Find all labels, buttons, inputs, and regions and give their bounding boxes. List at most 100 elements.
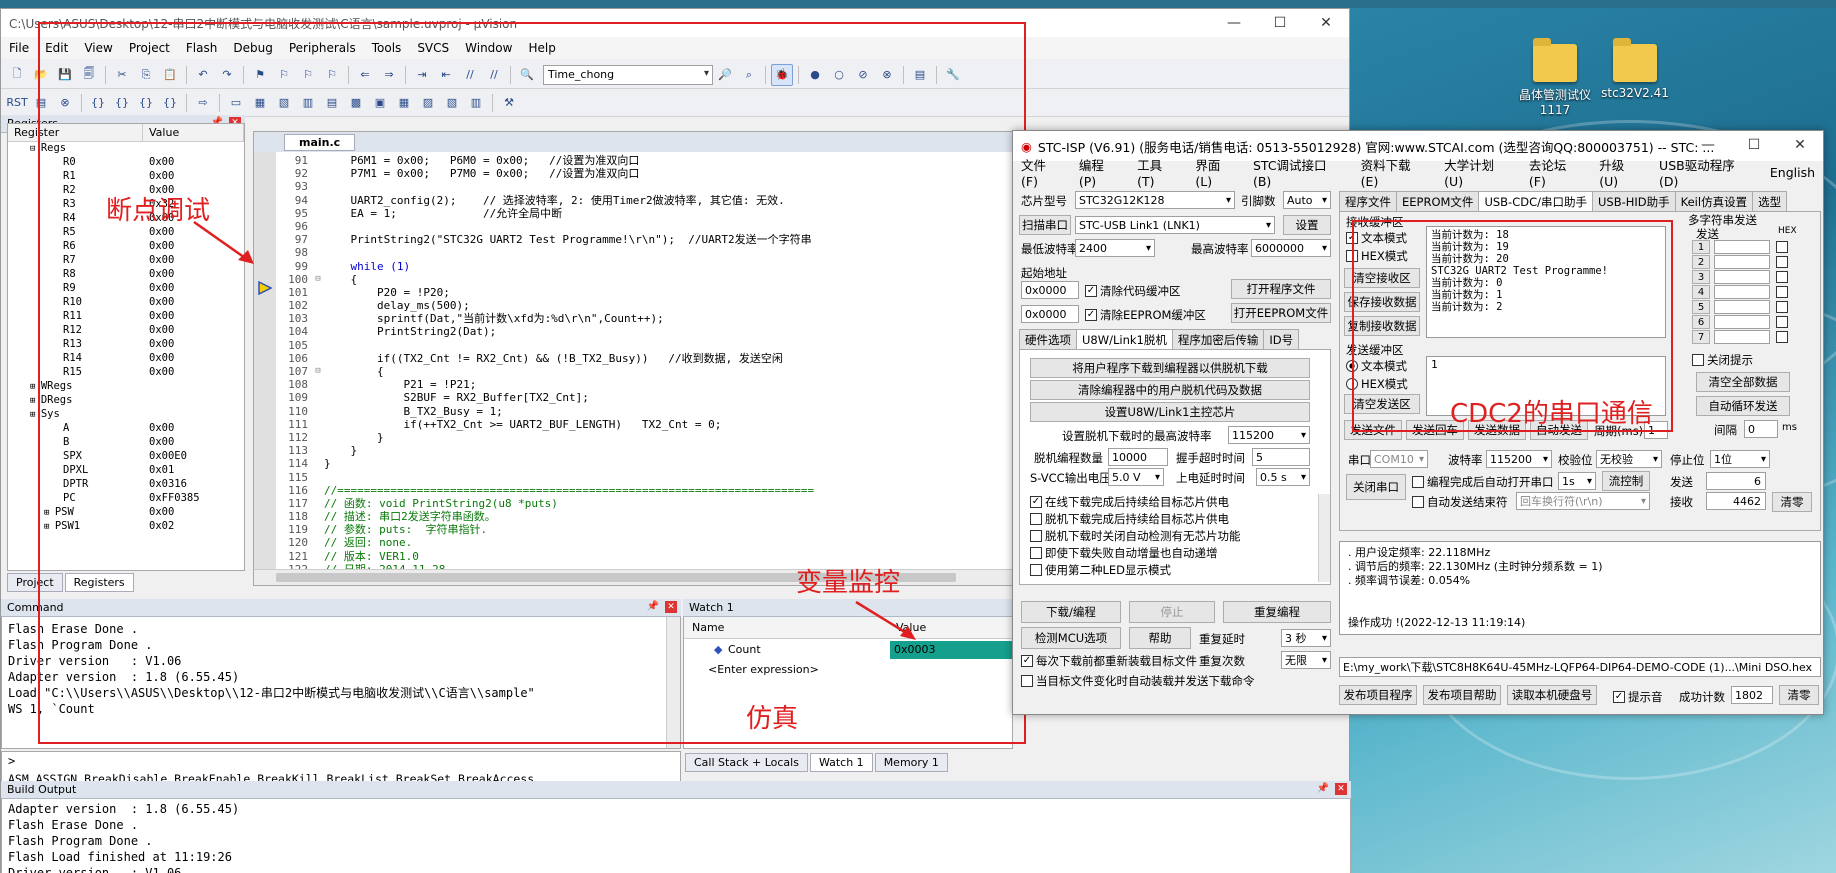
desktop-icon-stc32[interactable]: stc32V2.41 bbox=[1590, 38, 1680, 100]
baud-select[interactable]: 115200 bbox=[1486, 450, 1552, 468]
offline-options-scrollbar[interactable] bbox=[1318, 494, 1330, 582]
multi-send-hex-checkbox[interactable] bbox=[1776, 271, 1791, 283]
offline-option-checkbox[interactable]: ✓ 在线下载完成后持续给目标芯片供电 bbox=[1030, 494, 1229, 510]
port-select[interactable]: STC-USB Link1 (LNK1) bbox=[1075, 216, 1275, 234]
multi-send-button[interactable]: 1 bbox=[1692, 240, 1710, 254]
stc-menu-university[interactable]: 大学计划(U) bbox=[1436, 155, 1521, 189]
tab-id[interactable]: ID号 bbox=[1263, 329, 1300, 351]
chip-select[interactable]: STC32G12K128 bbox=[1075, 191, 1235, 209]
multi-send-button[interactable]: 3 bbox=[1692, 270, 1710, 284]
stc-menu-debug[interactable]: STC调试接口(B) bbox=[1245, 155, 1353, 189]
offline-download-button[interactable]: 将用户程序下载到编程器以供脱机下载 bbox=[1030, 358, 1310, 378]
tab-hardware-options[interactable]: 硬件选项 bbox=[1019, 329, 1077, 351]
reset-cpu-icon[interactable]: RST bbox=[6, 92, 28, 114]
multi-send-hex-checkbox[interactable] bbox=[1776, 256, 1791, 268]
tab-usb-cdc[interactable]: USB-CDC/串口助手 bbox=[1478, 191, 1593, 213]
close-port-button[interactable]: 关闭串口 bbox=[1346, 474, 1406, 500]
minimize-button[interactable]: — bbox=[1211, 9, 1257, 37]
clear-count-button[interactable]: 清零 bbox=[1772, 492, 1812, 512]
tab-keil-sim[interactable]: Keil仿真设置 bbox=[1674, 191, 1754, 213]
port-settings-button[interactable]: 设置 bbox=[1283, 215, 1331, 235]
command-prompt[interactable]: > bbox=[8, 754, 15, 768]
tab-select[interactable]: 选型 bbox=[1752, 191, 1788, 213]
start-addr-code[interactable]: 0x0000 bbox=[1021, 281, 1079, 299]
reload-checkbox[interactable]: ✓ 每次下载前都重新装载目标文件 bbox=[1021, 653, 1197, 669]
multi-send-input[interactable] bbox=[1714, 330, 1770, 344]
offline-option-checkbox[interactable]: 脱机下载完成后持续给目标芯片供电 bbox=[1030, 511, 1229, 527]
offline-clear-button[interactable]: 清除编程器中的用户脱机代码及数据 bbox=[1030, 380, 1310, 400]
multi-send-input[interactable] bbox=[1714, 240, 1770, 254]
auto-loop-send-button[interactable]: 自动循环发送 bbox=[1696, 396, 1790, 416]
tab-offline[interactable]: U8W/Link1脱机 bbox=[1076, 329, 1173, 351]
tab-program-file[interactable]: 程序文件 bbox=[1339, 191, 1397, 213]
svcc-select[interactable]: 5.0 V bbox=[1108, 468, 1164, 486]
stc-menu-forum[interactable]: 去论坛(F) bbox=[1521, 155, 1591, 189]
beep-checkbox[interactable]: ✓ 提示音 bbox=[1613, 689, 1663, 705]
flow-control-button[interactable]: 流控制 bbox=[1602, 471, 1650, 491]
multi-send-input[interactable] bbox=[1714, 315, 1770, 329]
handshake-input[interactable]: 5 bbox=[1252, 448, 1310, 466]
end-char-select[interactable]: 回车换行符(\r\n) bbox=[1516, 492, 1650, 510]
tab-call-stack[interactable]: Call Stack + Locals bbox=[685, 753, 808, 772]
close-button[interactable]: ✕ bbox=[1303, 9, 1349, 37]
auto-open-port-checkbox[interactable]: 编程完成后自动打开串口 bbox=[1412, 474, 1554, 490]
stop-button[interactable]: 停止 bbox=[1129, 601, 1215, 623]
offline-option-checkbox[interactable]: 脱机下载时关闭自动检测有无芯片功能 bbox=[1030, 528, 1241, 544]
check-mcu-options-button[interactable]: 检测MCU选项 bbox=[1021, 627, 1121, 649]
pin-icon[interactable]: 📌 bbox=[1317, 783, 1329, 794]
offline-set-chip-button[interactable]: 设置U8W/Link1主控芯片 bbox=[1030, 402, 1310, 422]
download-program-button[interactable]: 下载/编程 bbox=[1021, 601, 1121, 623]
tab-usb-hid[interactable]: USB-HID助手 bbox=[1591, 191, 1676, 213]
multi-send-button[interactable]: 2 bbox=[1692, 255, 1710, 269]
repeat-delay-select[interactable]: 3 秒 bbox=[1281, 629, 1331, 647]
close-button[interactable]: ✕ bbox=[1777, 131, 1823, 159]
multi-send-hex-checkbox[interactable] bbox=[1776, 331, 1791, 343]
multi-send-button[interactable]: 4 bbox=[1692, 285, 1710, 299]
stc-menu-tools[interactable]: 工具(T) bbox=[1129, 155, 1187, 189]
auto-end-char-checkbox[interactable]: 自动发送结束符 bbox=[1412, 494, 1508, 510]
stc-menu-download[interactable]: 资料下载(E) bbox=[1353, 155, 1437, 189]
offline-count-input[interactable]: 10000 bbox=[1108, 448, 1168, 466]
stc-menu-ui[interactable]: 界面(L) bbox=[1187, 155, 1245, 189]
multi-send-hex-checkbox[interactable] bbox=[1776, 286, 1791, 298]
com-select[interactable]: COM10 bbox=[1370, 450, 1428, 468]
auto-open-delay-select[interactable]: 1s bbox=[1558, 472, 1596, 490]
min-baud-select[interactable]: 2400 bbox=[1075, 239, 1155, 257]
multi-send-button[interactable]: 5 bbox=[1692, 300, 1710, 314]
menu-file[interactable]: File bbox=[1, 41, 37, 55]
publish-help-button[interactable]: 发布项目帮助 bbox=[1423, 685, 1501, 705]
pin-count-select[interactable]: Auto bbox=[1283, 191, 1331, 209]
offline-option-checkbox[interactable]: 使用第二种LED显示模式 bbox=[1030, 562, 1171, 578]
close-panel-icon[interactable]: ✕ bbox=[1335, 783, 1347, 795]
multi-send-hex-checkbox[interactable] bbox=[1776, 301, 1791, 313]
multi-send-input[interactable] bbox=[1714, 255, 1770, 269]
clear-success-button[interactable]: 清零 bbox=[1779, 685, 1819, 705]
hex-path-field[interactable]: E:\my_work\下载\STC8H8K64U-45MHz-LQFP64-DI… bbox=[1339, 657, 1821, 677]
open-eeprom-button[interactable]: 打开EEPROM文件 bbox=[1231, 303, 1331, 323]
tab-memory1[interactable]: Memory 1 bbox=[874, 753, 948, 772]
offline-option-checkbox[interactable]: 即使下载失败自动增量也自动递增 bbox=[1030, 545, 1218, 561]
stc-menu-upgrade[interactable]: 升级(U) bbox=[1591, 155, 1651, 189]
multi-send-button[interactable]: 7 bbox=[1692, 330, 1710, 344]
start-addr-eeprom[interactable]: 0x0000 bbox=[1021, 305, 1079, 323]
maximize-button[interactable]: ☐ bbox=[1257, 9, 1303, 37]
new-file-icon[interactable]: 🗋 bbox=[6, 64, 28, 86]
publish-program-button[interactable]: 发布项目程序 bbox=[1339, 685, 1417, 705]
repeat-count-select[interactable]: 无限 bbox=[1281, 651, 1331, 669]
interval-input[interactable]: 0 bbox=[1744, 420, 1778, 438]
offline-baud-select[interactable]: 115200 bbox=[1228, 426, 1310, 444]
stc-menu-usb-driver[interactable]: USB驱动程序(D) bbox=[1651, 155, 1762, 189]
multi-send-hex-checkbox[interactable] bbox=[1776, 241, 1791, 253]
multi-send-input[interactable] bbox=[1714, 270, 1770, 284]
multi-send-button[interactable]: 6 bbox=[1692, 315, 1710, 329]
auto-send-download-checkbox[interactable]: 当目标文件变化时自动装载并发送下载命令 bbox=[1021, 673, 1255, 689]
clear-all-button[interactable]: 清空全部数据 bbox=[1696, 372, 1790, 392]
stc-menu-english[interactable]: English bbox=[1762, 165, 1823, 180]
desktop-icon-transistor-tester[interactable]: 晶体管测试仪 1117 bbox=[1510, 38, 1600, 117]
multi-send-hex-checkbox[interactable] bbox=[1776, 316, 1791, 328]
clear-code-checkbox[interactable]: ✓ 清除代码缓冲区 bbox=[1085, 283, 1181, 299]
multi-send-input[interactable] bbox=[1714, 285, 1770, 299]
multi-send-input[interactable] bbox=[1714, 300, 1770, 314]
tab-encrypt[interactable]: 程序加密后传输 bbox=[1171, 329, 1265, 351]
help-button[interactable]: 帮助 bbox=[1129, 627, 1191, 649]
